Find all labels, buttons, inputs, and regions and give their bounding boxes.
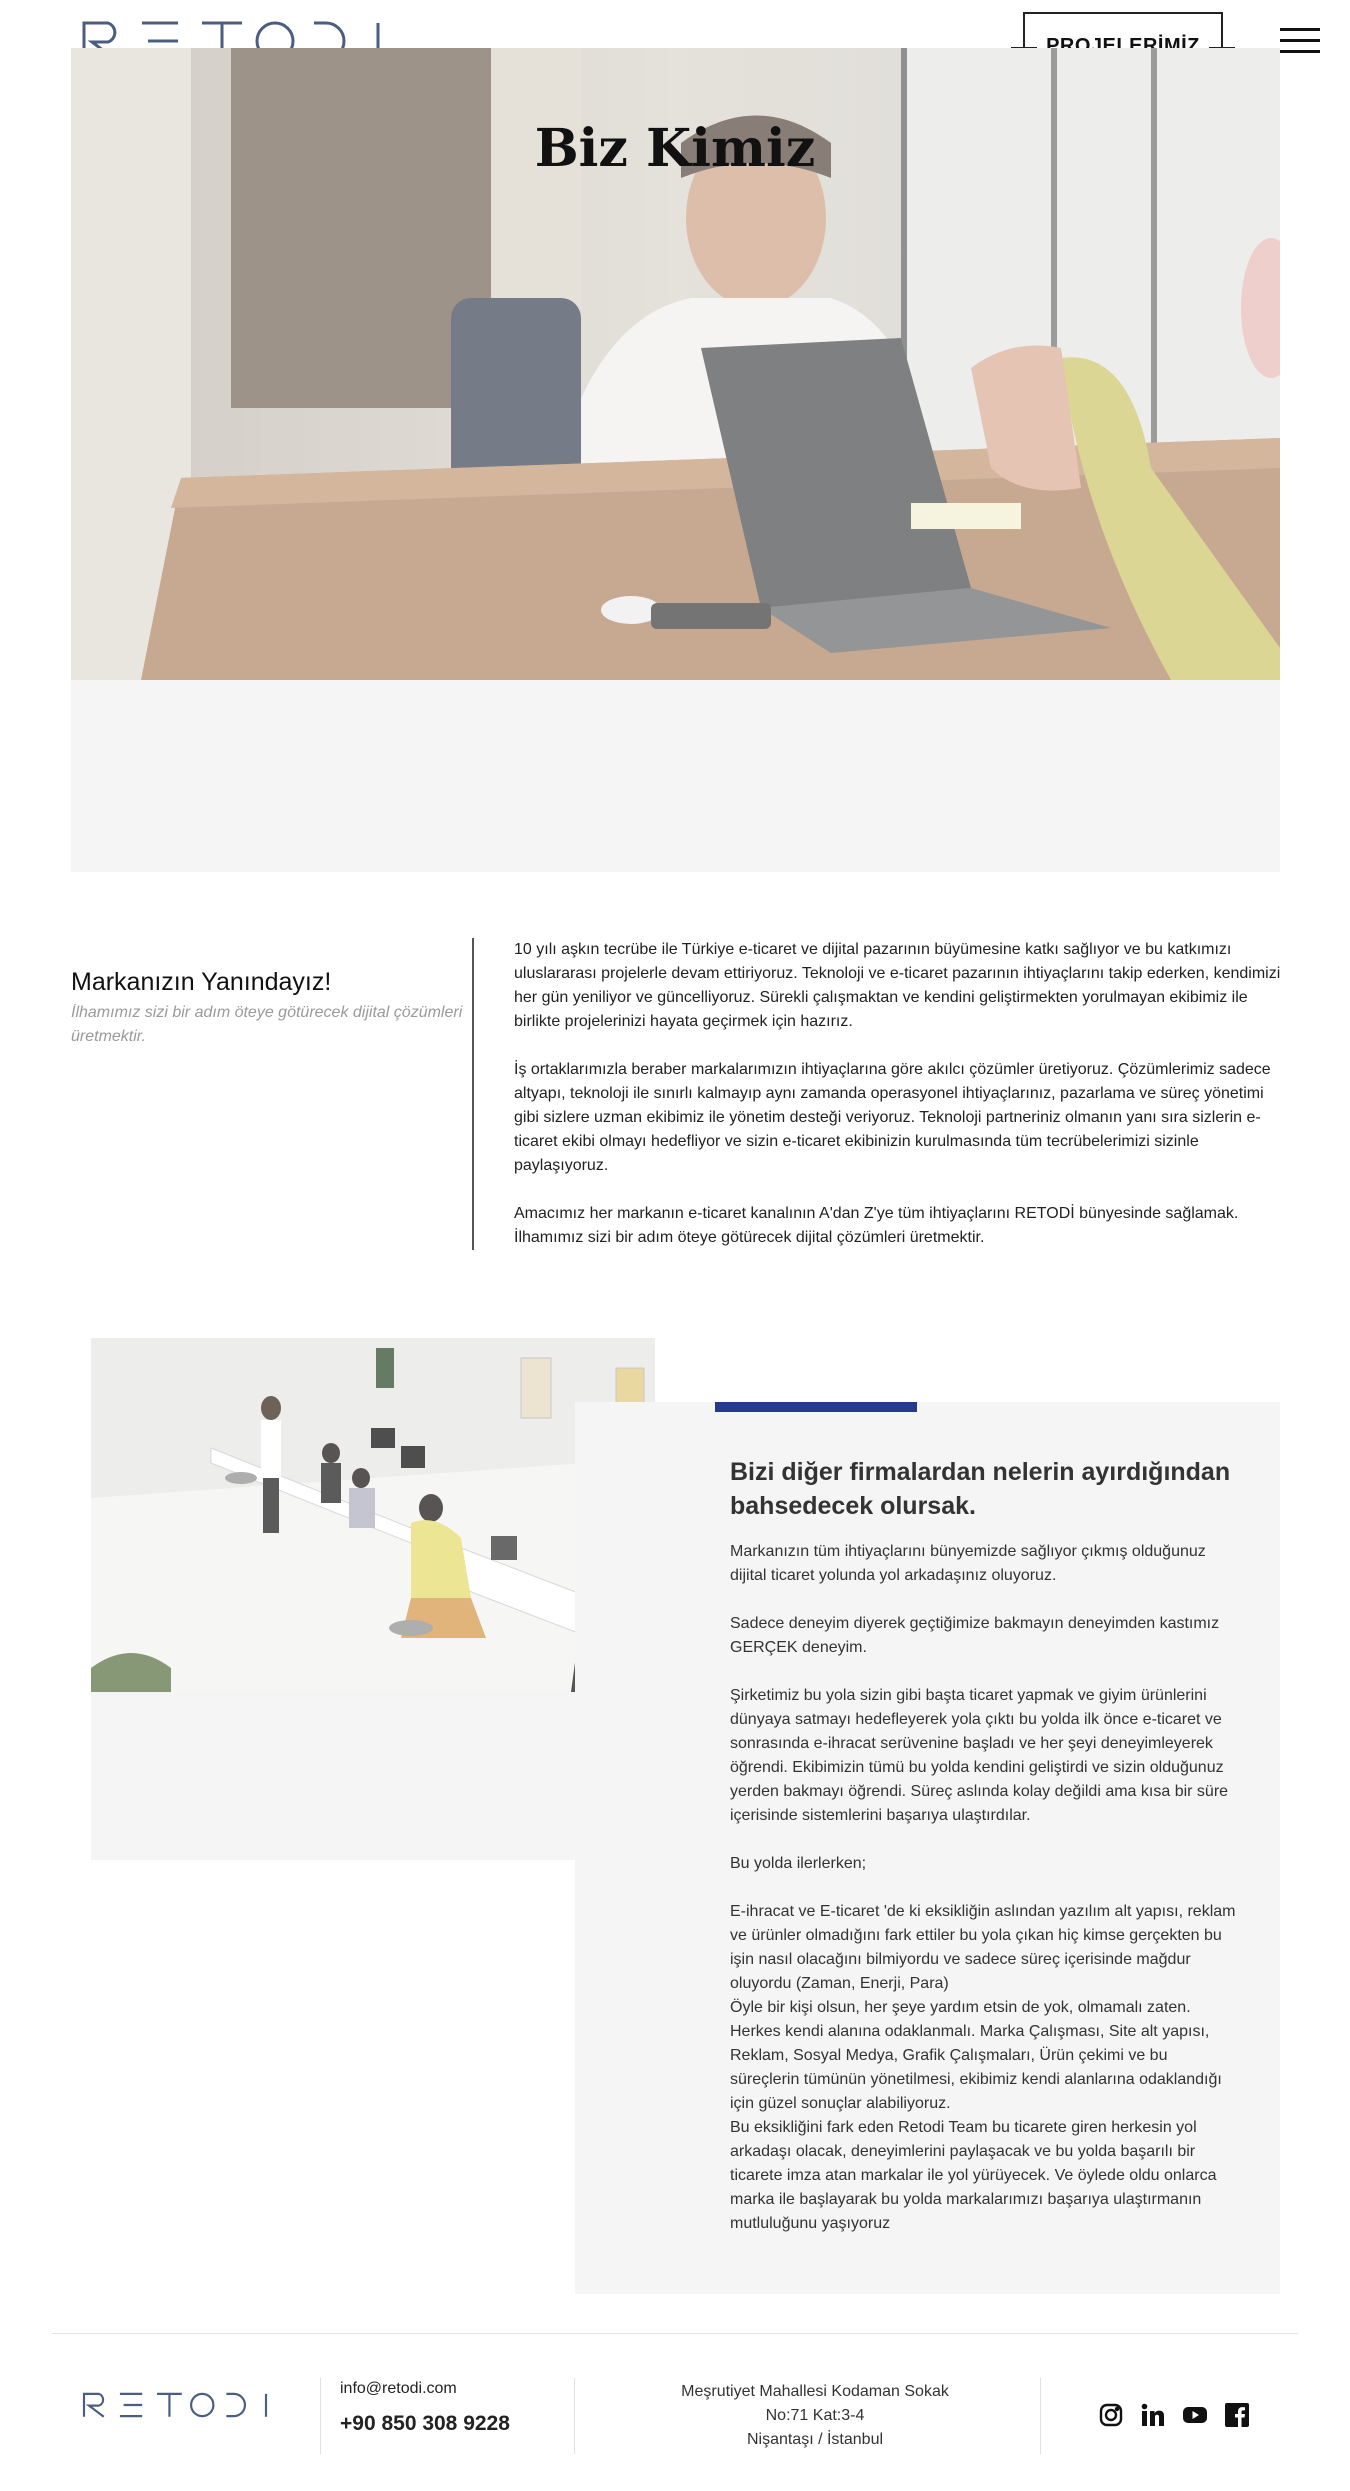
difference-paragraph: Şirketimiz bu yola sizin gibi başta tica… — [730, 1687, 1229, 1824]
vertical-divider — [472, 938, 474, 1250]
hero-gray-band — [71, 680, 1280, 872]
footer-separator — [1040, 2378, 1041, 2454]
difference-paragraph: Bu yolda ilerlerken; — [730, 1855, 867, 1872]
footer-logo[interactable] — [71, 2392, 279, 2418]
about-subheading: İlhamımız sizi bir adım öteye götürecek … — [71, 1004, 463, 1045]
footer-divider — [52, 2333, 1298, 2334]
difference-title: Bizi diğer firmalardan nelerin ayırdığın… — [730, 1458, 1231, 1520]
social-links — [1098, 2402, 1250, 2428]
youtube-icon[interactable] — [1182, 2402, 1208, 2428]
difference-paragraph: Bu eksikliğini fark eden Retodi Team bu … — [730, 2119, 1217, 2232]
about-paragraph: 10 yılı aşkın tecrübe ile Türkiye e-tica… — [514, 941, 1281, 1030]
address-line: Meşrutiyet Mahallesi Kodaman Sokak — [681, 2383, 949, 2400]
linkedin-icon[interactable] — [1140, 2402, 1166, 2428]
hamburger-menu-icon[interactable] — [1280, 28, 1320, 56]
footer-separator — [574, 2378, 575, 2454]
about-paragraph: Amacımız her markanın e-ticaret kanalını… — [514, 1205, 1239, 1246]
accent-bar — [715, 1402, 917, 1412]
instagram-icon[interactable] — [1098, 2402, 1124, 2428]
address-line: Nişantaşı / İstanbul — [746, 2431, 884, 2448]
difference-paragraph: Markanızın tüm ihtiyaçlarını bünyemizde … — [730, 1543, 1206, 1584]
difference-text: Markanızın tüm ihtiyaçlarını bünyemizde … — [730, 1540, 1240, 2236]
footer-email-link[interactable]: info@retodi.com — [340, 2380, 457, 2398]
office-gray-block — [91, 1692, 575, 1860]
address-line: No:71 Kat:3-4 — [765, 2407, 865, 2424]
facebook-icon[interactable] — [1224, 2402, 1250, 2428]
about-text: 10 yılı aşkın tecrübe ile Türkiye e-tica… — [514, 938, 1284, 1274]
office-image — [91, 1338, 655, 1692]
difference-paragraph: Sadece deneyim diyerek geçtiğimize bakma… — [730, 1615, 1220, 1656]
page-title: Biz Kimiz — [534, 118, 816, 179]
difference-paragraph: Öyle bir kişi olsun, her şeye yardım ets… — [730, 1999, 1222, 2112]
footer-phone-link[interactable]: +90 850 308 9228 — [340, 2412, 510, 2436]
footer-address: Meşrutiyet Mahallesi Kodaman Sokak No:71… — [640, 2380, 990, 2452]
difference-paragraph: E-ihracat ve E-ticaret 'de ki eksikliğin… — [730, 1903, 1236, 1992]
about-intro: Markanızın Yanındayız! İlhamımız sizi bi… — [71, 968, 471, 1049]
about-paragraph: İş ortaklarımızla beraber markalarımızın… — [514, 1061, 1271, 1174]
footer-separator — [320, 2378, 321, 2454]
about-heading: Markanızın Yanındayız! — [71, 968, 332, 996]
